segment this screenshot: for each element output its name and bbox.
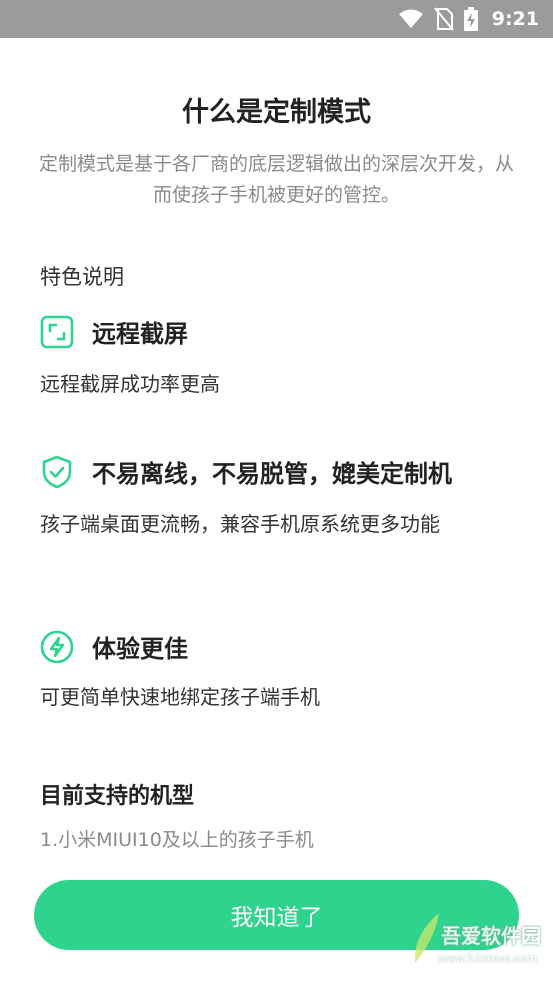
feature-remote-screenshot: 远程截屏 [40, 314, 188, 349]
page-title: 什么是定制模式 [182, 97, 371, 128]
no-sim-icon [433, 7, 454, 31]
feature-stable-connection: 不易离线，不易脱管，媲美定制机 [40, 454, 452, 489]
feature-better-experience: 体验更佳 [40, 629, 188, 664]
page-description: 定制模式是基于各厂商的底层逻辑做出的深层次开发，从而使孩子手机被更好的管控。 [38, 153, 514, 206]
supported-models-title: 目前支持的机型 [40, 784, 195, 809]
status-time: 9:21 [491, 8, 539, 30]
feature-desc: 孩子端桌面更流畅，兼容手机原系统更多功能 [40, 512, 440, 536]
feature-title-text: 不易离线，不易脱管，媲美定制机 [92, 460, 452, 488]
shield-check-icon [42, 455, 72, 488]
feature-title-text: 体验更佳 [92, 635, 188, 663]
wifi-icon [398, 9, 423, 28]
battery-charging-icon [463, 7, 478, 31]
screenshot-frame-icon [40, 315, 74, 348]
supported-model-item: 1.小米MIUI10及以上的孩子手机 [40, 829, 314, 851]
status-bar: 9:21 [0, 0, 553, 38]
features-label: 特色说明 [40, 265, 124, 289]
watermark-text: 吾爱软件园 [441, 924, 541, 948]
feature-title-text: 远程截屏 [92, 320, 188, 348]
feature-desc: 可更简单快速地绑定孩子端手机 [40, 685, 320, 709]
watermark-url: www.52zixue.com [437, 952, 537, 965]
watermark: 吾爱软件园 www.52zixue.com [407, 885, 547, 975]
feature-desc: 远程截屏成功率更高 [40, 372, 220, 396]
lightning-circle-icon [40, 630, 74, 663]
